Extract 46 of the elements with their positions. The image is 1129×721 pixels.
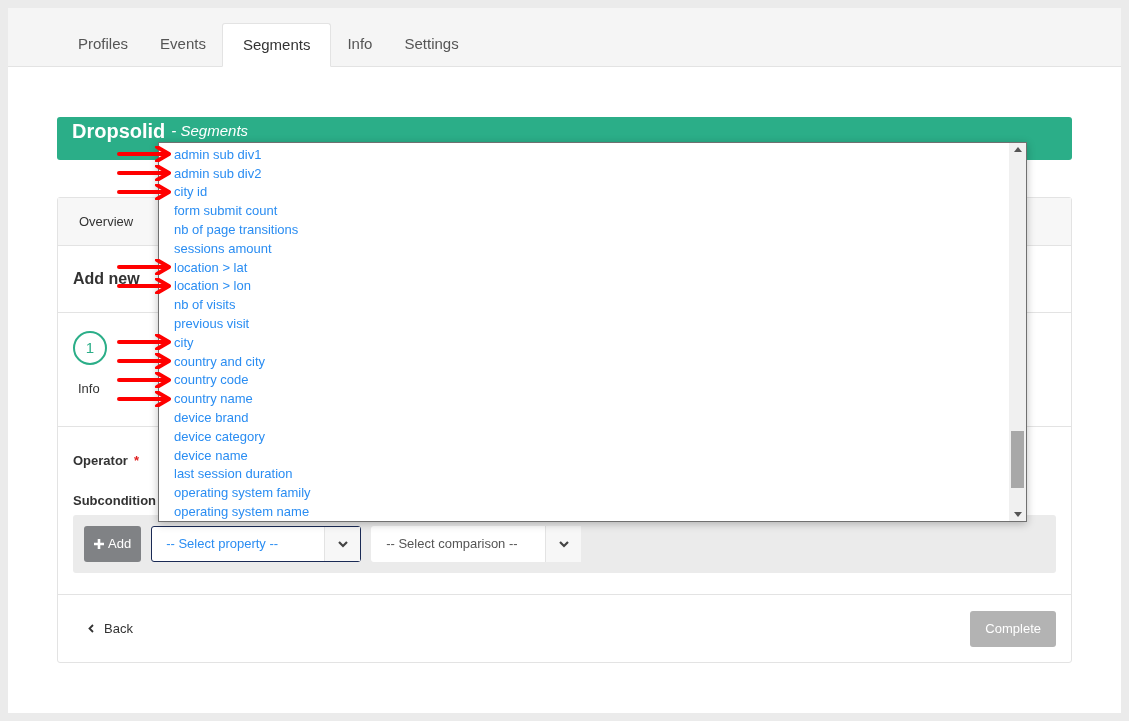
scroll-up-icon[interactable]: [1013, 147, 1022, 152]
back-button[interactable]: Back: [73, 618, 148, 639]
nav-tab[interactable]: Info: [331, 22, 389, 66]
step-label: Info: [78, 380, 100, 398]
header-subtitle: - Segments: [171, 121, 249, 141]
operator-label: Operator: [73, 452, 128, 470]
subcondition-label: Subcondition: [73, 491, 157, 510]
dropdown-option[interactable]: nb of page transitions: [174, 222, 299, 238]
dropdown-option[interactable]: nb of visits: [174, 297, 236, 313]
header-title: Dropsolid: [72, 121, 166, 141]
dropdown-option[interactable]: city id: [174, 184, 208, 200]
dropdown-option[interactable]: city: [174, 334, 194, 350]
nav-tab[interactable]: Settings: [388, 22, 475, 66]
dropdown-option[interactable]: device brand: [174, 410, 249, 426]
panel-tab[interactable]: Overview: [58, 211, 155, 232]
chevron-down-icon: [557, 540, 570, 548]
scrollbar[interactable]: [1009, 143, 1026, 521]
dropdown-option[interactable]: sessions amount: [174, 240, 272, 256]
chevron-left-icon: [88, 624, 94, 633]
dropdown-option[interactable]: previous visit: [174, 316, 250, 332]
dropdown-option[interactable]: operating system name: [174, 504, 310, 520]
section-title: Add new: [73, 269, 140, 289]
dropdown-option[interactable]: form submit count: [174, 203, 278, 219]
dropdown-option[interactable]: last session duration: [174, 466, 293, 482]
dropdown-option[interactable]: country code: [174, 372, 249, 388]
dropdown-option[interactable]: device category: [174, 428, 266, 444]
chevron-down-icon: [336, 540, 349, 548]
add-button[interactable]: Add: [84, 526, 142, 562]
dropdown-option[interactable]: location > lat: [174, 259, 248, 275]
nav-tab[interactable]: Segments: [221, 23, 332, 67]
nav-tab[interactable]: Profiles: [62, 22, 145, 66]
dropdown-option[interactable]: country and city: [174, 353, 266, 369]
comparison-select[interactable]: -- Select comparison --: [371, 526, 582, 562]
complete-button[interactable]: Complete: [970, 610, 1056, 647]
property-select[interactable]: -- Select property --: [151, 526, 362, 562]
scroll-down-icon[interactable]: [1013, 512, 1022, 517]
required-mark: *: [133, 452, 139, 470]
nav-tab[interactable]: Events: [144, 22, 222, 66]
scroll-thumb[interactable]: [1011, 431, 1024, 488]
plus-icon: [94, 539, 104, 549]
dropdown-option[interactable]: device name: [174, 447, 248, 463]
dropdown-option[interactable]: admin sub div1: [174, 146, 262, 162]
dropdown-option[interactable]: admin sub div2: [174, 165, 262, 181]
dropdown-option[interactable]: operating system family: [174, 485, 311, 501]
dropdown-option[interactable]: country name: [174, 391, 253, 407]
dropdown-option[interactable]: location > lon: [174, 278, 251, 294]
